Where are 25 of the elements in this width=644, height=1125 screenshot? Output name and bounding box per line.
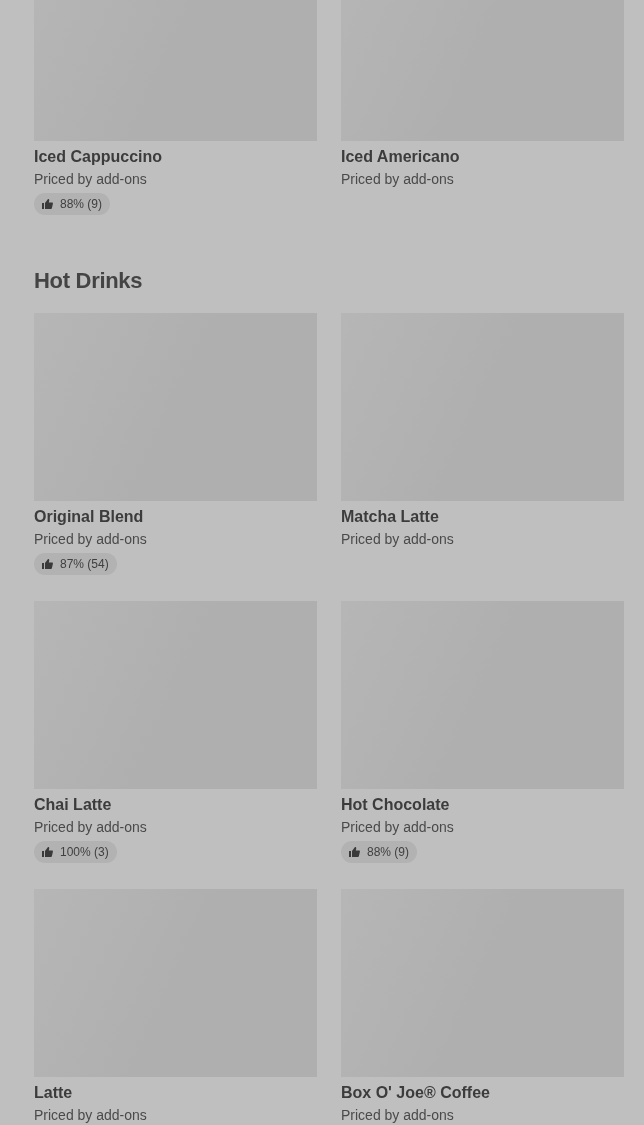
item-price: Priced by add-ons <box>34 818 147 837</box>
rating-badge: 87% (54) <box>34 553 117 575</box>
item-price: Priced by add-ons <box>341 818 454 837</box>
item-name[interactable]: Latte <box>34 1083 73 1103</box>
item-price: Priced by add-ons <box>341 1106 454 1125</box>
rating-badge: 88% (9) <box>34 193 111 215</box>
item-name[interactable]: Original Blend <box>34 507 144 527</box>
thumbs-up-icon <box>42 847 53 857</box>
item-name[interactable]: Iced Cappuccino <box>34 147 163 167</box>
thumbs-up-icon <box>349 847 360 857</box>
item-price: Priced by add-ons <box>341 170 454 189</box>
item-name[interactable]: Matcha Latte <box>341 507 439 527</box>
item-name[interactable]: Box O' Joe® Coffee <box>341 1083 490 1103</box>
item-price: Priced by add-ons <box>34 530 147 549</box>
rating-badge: 88% (9) <box>341 841 418 863</box>
item-name[interactable]: Iced Americano <box>341 147 460 167</box>
item-price: Priced by add-ons <box>341 530 454 549</box>
item-price: Priced by add-ons <box>34 170 147 189</box>
rating-badge: 100% (3) <box>34 841 117 863</box>
section-heading: Hot Drinks <box>34 267 144 295</box>
thumbs-up-icon <box>42 199 53 209</box>
thumbs-up-icon <box>42 559 53 569</box>
item-name[interactable]: Chai Latte <box>34 795 112 815</box>
item-name[interactable]: Hot Chocolate <box>341 795 450 815</box>
item-price: Priced by add-ons <box>34 1106 147 1125</box>
